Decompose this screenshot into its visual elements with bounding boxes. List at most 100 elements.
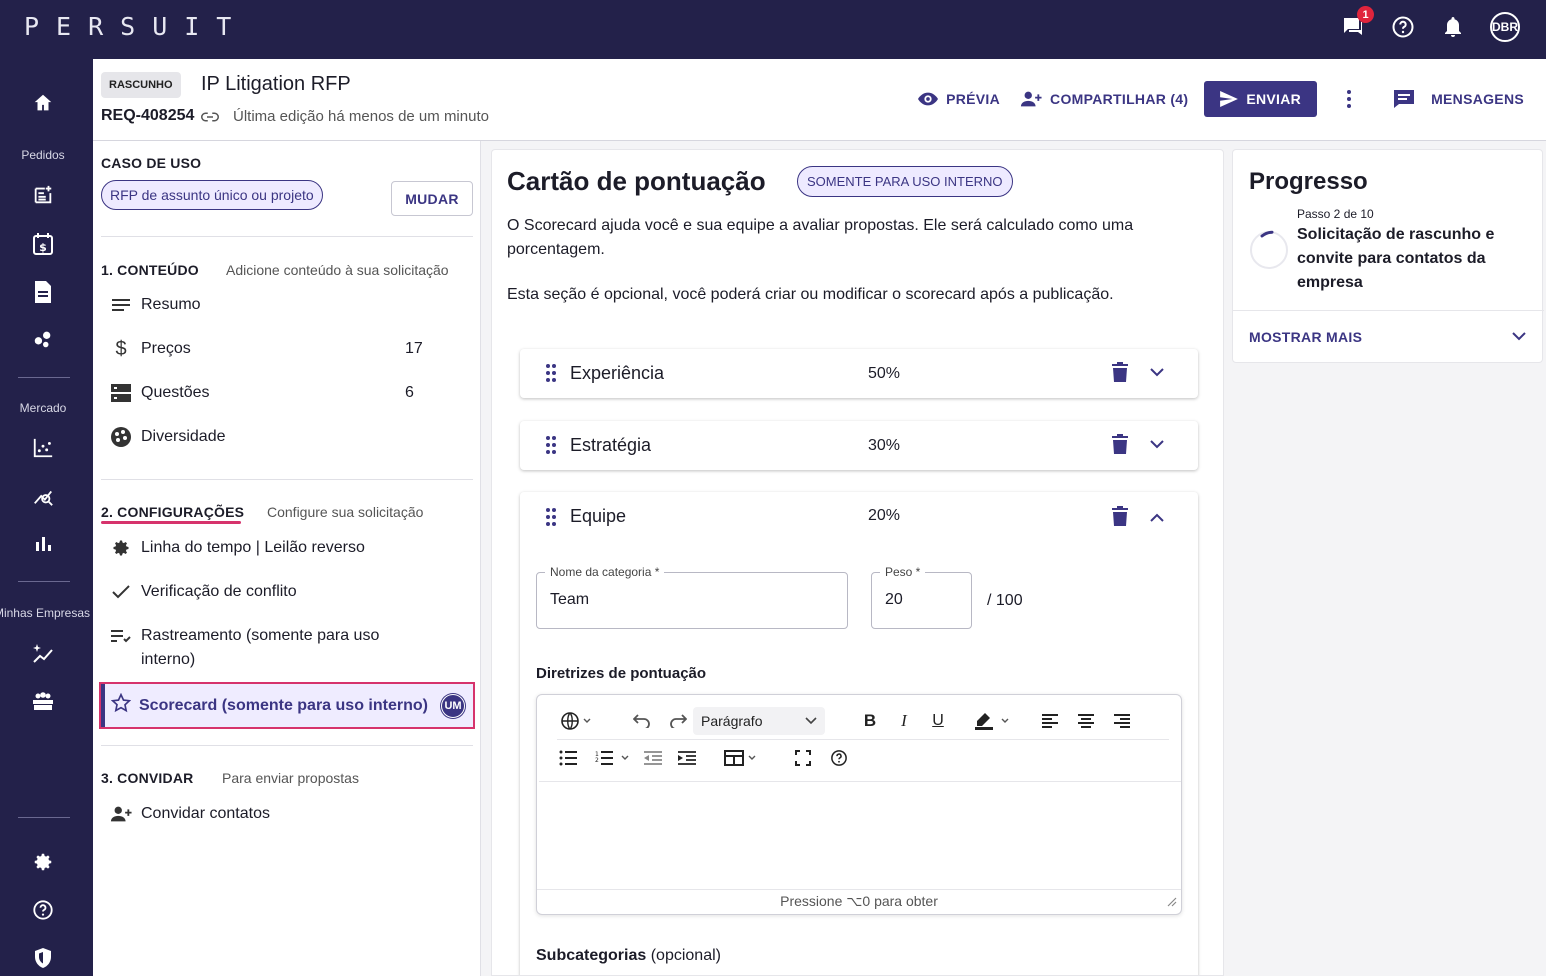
table-icon[interactable] [721, 747, 765, 769]
link-icon[interactable] [201, 109, 219, 130]
undo-icon[interactable] [627, 710, 657, 732]
fullscreen-icon[interactable] [791, 747, 815, 769]
category-name: Experiência [570, 363, 665, 383]
network-icon[interactable] [0, 328, 86, 350]
user-avatar[interactable]: DBR [1490, 12, 1520, 42]
help-icon[interactable] [827, 747, 851, 769]
star-icon [110, 692, 132, 718]
item-count: 17 [405, 340, 423, 357]
scatter-chart-icon[interactable] [0, 437, 86, 459]
category-weight: 30% [868, 436, 901, 454]
help-icon[interactable] [1390, 12, 1416, 42]
new-request-icon[interactable] [0, 184, 86, 206]
category-row[interactable]: Experiência 50% [520, 349, 1198, 398]
add-person-icon [109, 802, 133, 826]
billing-calendar-icon[interactable]: $ [0, 232, 86, 256]
numbered-list-icon[interactable]: 12 [593, 747, 637, 769]
use-case-chip: RFP de assunto único ou projeto [101, 180, 323, 210]
section-settings-title[interactable]: 2. CONFIGURAÇÕES [101, 504, 244, 520]
dollar-icon: $ [115, 337, 127, 360]
language-icon[interactable] [557, 710, 597, 732]
sidebar-item-questoes[interactable]: Questões 6 [109, 373, 473, 413]
item-count: 6 [405, 384, 414, 401]
chevron-down-icon[interactable] [1512, 328, 1526, 346]
trash-icon[interactable] [1112, 362, 1128, 387]
drag-handle-icon[interactable] [546, 508, 556, 531]
align-center-icon[interactable] [1071, 710, 1101, 732]
progress-step-counter: Passo 2 de 10 [1297, 207, 1374, 221]
page-title: Cartão de pontuação [507, 166, 766, 196]
bold-icon[interactable]: B [855, 710, 885, 732]
rich-text-editor[interactable]: Parágrafo B I U 12 Pressione ⌥0 para obt… [536, 694, 1182, 915]
weight-field[interactable]: Peso * 20 [871, 565, 972, 629]
sidebar-item-label: Preços [141, 340, 191, 357]
category-row[interactable]: Estratégia 30% [520, 421, 1198, 470]
sidebar-item-conflict-check[interactable]: Verificação de conflito [109, 572, 473, 612]
field-value[interactable]: 20 [885, 591, 903, 609]
more-options-icon[interactable] [1329, 89, 1369, 109]
trash-icon[interactable] [1112, 434, 1128, 459]
align-right-icon[interactable] [1107, 710, 1137, 732]
home-icon[interactable] [0, 92, 86, 114]
sidebar-item-resumo[interactable]: Resumo [109, 285, 473, 325]
paragraph-style-select[interactable]: Parágrafo [693, 707, 825, 735]
sidebar-item-label: Rastreamento (somente para uso interno) [141, 627, 380, 668]
request-header: RASCUNHO IP Litigation RFP REQ-408254 Úl… [93, 59, 1546, 141]
check-icon [109, 580, 133, 604]
redo-icon[interactable] [663, 710, 693, 732]
sidebar-item-timeline[interactable]: Linha do tempo | Leilão reverso [109, 528, 473, 568]
editor-content-area[interactable] [539, 781, 1181, 889]
help-circle-icon[interactable] [0, 899, 86, 921]
share-button[interactable]: COMPARTILHAR (4) [1010, 81, 1198, 117]
analytics-search-icon[interactable] [0, 485, 86, 507]
drag-handle-icon[interactable] [546, 436, 556, 459]
sidebar-item-diversidade[interactable]: Diversidade [109, 417, 473, 457]
messages-button[interactable]: MENSAGENS [1383, 81, 1534, 117]
underline-icon[interactable]: U [923, 710, 953, 732]
chevron-up-icon[interactable] [1150, 510, 1164, 528]
nav-divider [18, 377, 70, 378]
sidebar-item-tracking[interactable]: Rastreamento (somente para uso interno) [109, 616, 473, 672]
paragraph-style-value: Parágrafo [701, 713, 763, 729]
chevron-down-icon[interactable] [1150, 436, 1164, 454]
bar-chart-icon[interactable] [0, 534, 86, 554]
chevron-down-icon [805, 717, 817, 725]
shield-icon[interactable] [0, 947, 86, 969]
preview-button[interactable]: PRÉVIA [908, 81, 1010, 117]
sidebar-item-label: Verificação de conflito [141, 583, 297, 600]
bell-icon[interactable] [1440, 12, 1466, 42]
sidebar-item-scorecard[interactable]: Scorecard (somente para uso interno) UM [99, 682, 475, 729]
sparkle-trend-icon[interactable] [0, 642, 86, 664]
indent-icon[interactable] [675, 747, 699, 769]
section-invite-subtitle: Para enviar propostas [222, 770, 359, 786]
guidelines-title: Diretrizes de pontuação [536, 665, 707, 682]
category-name-field[interactable]: Nome da categoria * Team [536, 565, 848, 629]
sidebar-item-precos[interactable]: $ Preços 17 [109, 329, 473, 369]
send-button[interactable]: ENVIAR [1204, 81, 1318, 117]
sidebar-item-invite[interactable]: Convidar contatos [109, 794, 473, 834]
field-value[interactable]: Team [550, 591, 589, 609]
italic-icon[interactable]: I [889, 710, 919, 732]
change-use-case-button[interactable]: MUDAR [391, 181, 473, 216]
nav-divider [18, 581, 70, 582]
persuit-logo[interactable]: PERSUIT [24, 12, 248, 41]
top-bar: PERSUIT 1 DBR [0, 0, 1546, 59]
align-left-icon[interactable] [1035, 710, 1065, 732]
trash-icon[interactable] [1112, 506, 1128, 531]
nav-label-mercado: Mercado [19, 401, 67, 415]
scorecard-panel: Cartão de pontuação SOMENTE PARA USO INT… [491, 149, 1224, 976]
chevron-down-icon[interactable] [1150, 364, 1164, 382]
drag-handle-icon[interactable] [546, 364, 556, 387]
show-more-button[interactable]: MOSTRAR MAIS [1249, 329, 1362, 345]
outdent-icon[interactable] [641, 747, 665, 769]
document-icon[interactable] [0, 280, 86, 304]
bullet-list-icon[interactable] [557, 747, 579, 769]
team-icon[interactable] [0, 690, 86, 712]
chat-icon[interactable]: 1 [1340, 6, 1374, 42]
list-check-icon [109, 624, 133, 648]
resize-handle-icon[interactable] [1167, 894, 1177, 912]
category-weight: 20% [868, 507, 901, 524]
svg-text:2: 2 [595, 757, 599, 764]
highlight-icon[interactable] [969, 710, 1019, 732]
settings-icon[interactable] [0, 851, 86, 873]
